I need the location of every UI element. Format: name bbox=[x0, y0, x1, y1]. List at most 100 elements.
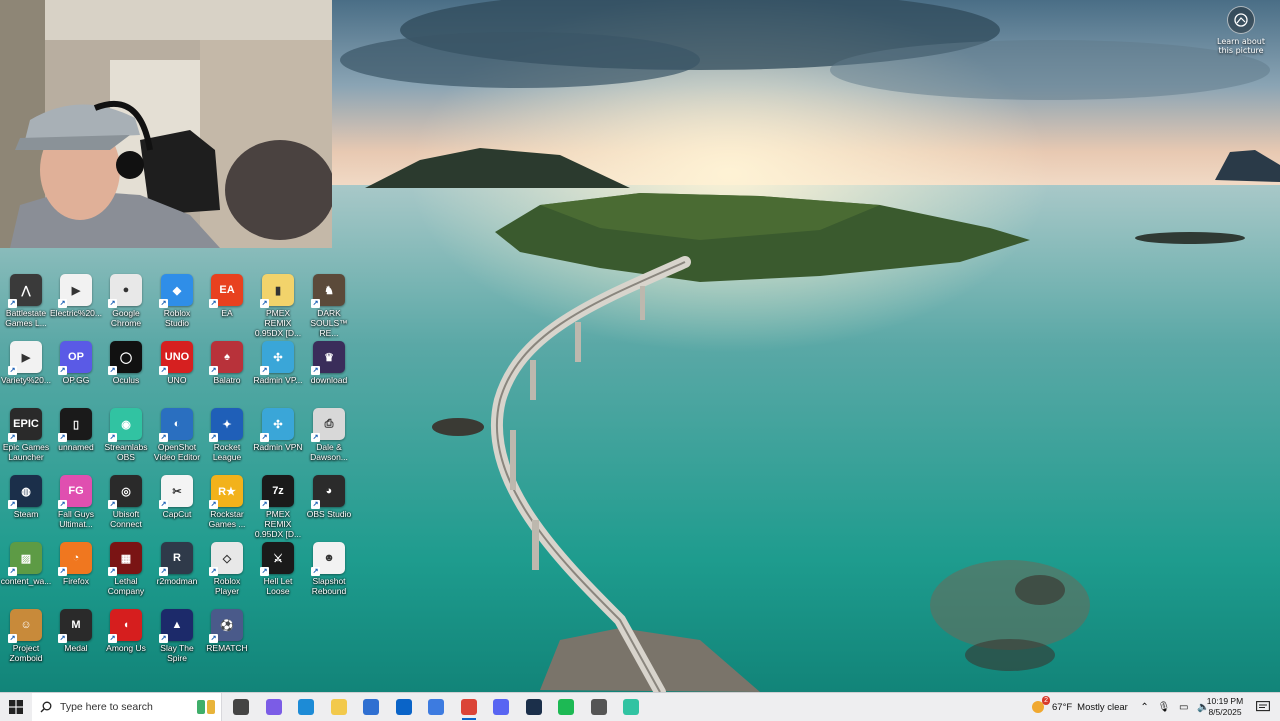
icon-glyph: OP bbox=[68, 351, 84, 363]
taskbar-app-outlook[interactable] bbox=[389, 693, 419, 721]
steam-icon bbox=[525, 699, 542, 715]
icon-glyph: ☺ bbox=[20, 619, 32, 631]
desktop-icon[interactable]: ▨ ↗ content_wa... bbox=[0, 538, 52, 586]
chrome-icon: ● ↗ bbox=[108, 274, 142, 308]
lethal-company-icon: ▦ ↗ bbox=[108, 542, 142, 576]
taskbar-clock[interactable]: 10:19 PM 8/5/2025 bbox=[1200, 693, 1250, 721]
desktop-icon[interactable]: ● ↗ Google Chrome bbox=[100, 270, 152, 328]
desktop-icon[interactable]: OP ↗ OP.GG bbox=[50, 337, 102, 385]
desktop-icon[interactable]: ☻ ↗ Slapshot Rebound bbox=[303, 538, 355, 596]
desktop-icon[interactable]: EPIC ↗ Epic Games Launcher bbox=[0, 404, 52, 462]
desktop-icon[interactable]: ▦ ↗ Lethal Company bbox=[100, 538, 152, 596]
desktop-icon[interactable]: ♠ ↗ Balatro bbox=[201, 337, 253, 385]
taskbar-app-settings[interactable] bbox=[584, 693, 614, 721]
desktop-icon-label: EA bbox=[221, 308, 233, 318]
desktop-icon[interactable]: 7z ↗ PMEX REMIX 0.95DX [D... bbox=[252, 471, 304, 539]
desktop-icon[interactable]: ▶ ↗ Variety%20... bbox=[0, 337, 52, 385]
learn-about-picture-button[interactable]: Learn about this picture bbox=[1212, 6, 1270, 55]
icon-glyph: ▲ bbox=[171, 619, 183, 631]
start-button[interactable] bbox=[0, 693, 32, 721]
icon-glyph: EA bbox=[219, 284, 235, 296]
desktop-icon[interactable]: ◐ ↗ OpenShot Video Editor bbox=[151, 404, 203, 462]
network-icon[interactable]: ▭ bbox=[1179, 702, 1188, 713]
desktop-icon[interactable]: ◕ ↗ OBS Studio bbox=[303, 471, 355, 519]
taskbar-app-streamlabs[interactable] bbox=[616, 693, 646, 721]
taskbar-app-steam[interactable] bbox=[519, 693, 549, 721]
desktop-icon-label: Radmin VPN bbox=[253, 442, 303, 452]
taskbar-app-store[interactable] bbox=[356, 693, 386, 721]
desktop-icon[interactable]: R★ ↗ Rockstar Games ... bbox=[201, 471, 253, 529]
shortcut-arrow-icon: ↗ bbox=[260, 366, 269, 375]
taskbar-app-copilot[interactable] bbox=[259, 693, 289, 721]
desktop-icon[interactable]: ✦ ↗ Rocket League bbox=[201, 404, 253, 462]
microphone-icon[interactable]: 🎙 bbox=[1158, 702, 1171, 713]
learn-about-label-line1: Learn about bbox=[1217, 37, 1265, 46]
icon-glyph: ♠ bbox=[224, 351, 230, 363]
desktop-icon[interactable]: ◎ ↗ Ubisoft Connect bbox=[100, 471, 152, 529]
desktop-icon-label: Fall Guys Ultimat... bbox=[58, 509, 94, 529]
desktop-icon[interactable]: ◆ ↗ Roblox Studio bbox=[151, 270, 203, 328]
taskbar-app-chrome[interactable] bbox=[454, 693, 484, 721]
taskbar-app-spotify[interactable] bbox=[551, 693, 581, 721]
desktop-icon[interactable]: ⚔ ↗ Hell Let Loose bbox=[252, 538, 304, 596]
desktop-icon[interactable]: UNO ↗ UNO bbox=[151, 337, 203, 385]
shortcut-arrow-icon: ↗ bbox=[311, 366, 320, 375]
shortcut-arrow-icon: ↗ bbox=[58, 433, 67, 442]
roblox-studio-icon: ◆ ↗ bbox=[159, 274, 193, 308]
icon-glyph: ◕ bbox=[325, 485, 333, 497]
taskbar-app-file-explorer[interactable] bbox=[324, 693, 354, 721]
icon-glyph: ✣ bbox=[273, 351, 283, 364]
desktop-icon[interactable]: ⎙ ↗ Dale & Dawson... bbox=[303, 404, 355, 462]
desktop-icon[interactable]: ♞ ↗ DARK SOULS™ RE... bbox=[303, 270, 355, 338]
notification-button[interactable] bbox=[1250, 693, 1276, 721]
desktop-icon[interactable]: ▯ ↗ unnamed bbox=[50, 404, 102, 452]
desktop-icon[interactable]: ◯ ↗ Oculus bbox=[100, 337, 152, 385]
desktop-icon[interactable]: ▲ ↗ Slay The Spire bbox=[151, 605, 203, 663]
desktop-icon[interactable]: ✂ ↗ CapCut bbox=[151, 471, 203, 519]
desktop-icon[interactable]: ⚽ ↗ REMATCH bbox=[201, 605, 253, 653]
shortcut-arrow-icon: ↗ bbox=[311, 299, 320, 308]
taskbar-app-edge[interactable] bbox=[291, 693, 321, 721]
desktop-icon[interactable]: ◇ ↗ Roblox Player bbox=[201, 538, 253, 596]
desktop-icon-label: Oculus bbox=[112, 375, 140, 385]
firefox-icon: ◔ ↗ bbox=[58, 542, 92, 576]
icon-glyph: R★ bbox=[218, 485, 236, 498]
desktop-icon[interactable]: ♛ ↗ download bbox=[303, 337, 355, 385]
desktop-icon[interactable]: ☺ ↗ Project Zomboid bbox=[0, 605, 52, 663]
clock-time: 10:19 PM bbox=[1206, 696, 1244, 706]
taskbar-app-discord[interactable] bbox=[486, 693, 516, 721]
weather-temperature: 67°F bbox=[1052, 701, 1073, 713]
chevron-up-icon[interactable]: ⌃ bbox=[1140, 702, 1148, 713]
balatro-icon: ♠ ↗ bbox=[209, 341, 243, 375]
desktop-icon[interactable]: ✣ ↗ Radmin VPN bbox=[252, 404, 304, 452]
desktop-icon[interactable]: FG ↗ Fall Guys Ultimat... bbox=[50, 471, 102, 529]
search-icon bbox=[40, 701, 52, 713]
taskbar-app-photos[interactable] bbox=[421, 693, 451, 721]
desktop-icon[interactable]: ◉ ↗ Streamlabs OBS bbox=[100, 404, 152, 462]
desktop-icon[interactable]: R ↗ r2modman bbox=[151, 538, 203, 586]
taskbar-app-task-view[interactable] bbox=[226, 693, 256, 721]
desktop-icon[interactable]: ▮ ↗ PMEX REMIX 0.95DX [D... bbox=[252, 270, 304, 338]
notification-icon bbox=[1256, 700, 1270, 711]
desktop-icon[interactable]: M ↗ Medal bbox=[50, 605, 102, 653]
folder-icon: ▮ ↗ bbox=[260, 274, 294, 308]
desktop-icon-label: r2modman bbox=[156, 576, 198, 586]
desktop-icon-label: Balatro bbox=[213, 375, 241, 385]
desktop-icon[interactable]: ▶ ↗ Electric%20... bbox=[50, 270, 102, 318]
windows-logo-icon bbox=[9, 700, 23, 714]
desktop-icon-label: OBS Studio bbox=[306, 509, 352, 519]
among-us-icon: ◖ ↗ bbox=[108, 609, 142, 643]
taskbar-search-box[interactable]: Type here to search bbox=[32, 693, 222, 721]
outlook-icon bbox=[395, 699, 412, 715]
task-view-icon bbox=[233, 699, 249, 715]
roblox-player-icon: ◇ ↗ bbox=[209, 542, 243, 576]
desktop-icon[interactable]: ◔ ↗ Firefox bbox=[50, 538, 102, 586]
desktop-icon[interactable]: EA ↗ EA bbox=[201, 270, 253, 318]
desktop-icon[interactable]: ⋀ ↗ Battlestate Games L... bbox=[0, 270, 52, 328]
weather-widget[interactable]: 2 67°F Mostly clear bbox=[1030, 693, 1130, 721]
desktop-icon[interactable]: ◖ ↗ Among Us bbox=[100, 605, 152, 653]
desktop-icon[interactable]: ◍ ↗ Steam bbox=[0, 471, 52, 519]
shortcut-arrow-icon: ↗ bbox=[159, 366, 168, 375]
search-placeholder: Type here to search bbox=[60, 701, 153, 713]
desktop-icon[interactable]: ✣ ↗ Radmin VP... bbox=[252, 337, 304, 385]
